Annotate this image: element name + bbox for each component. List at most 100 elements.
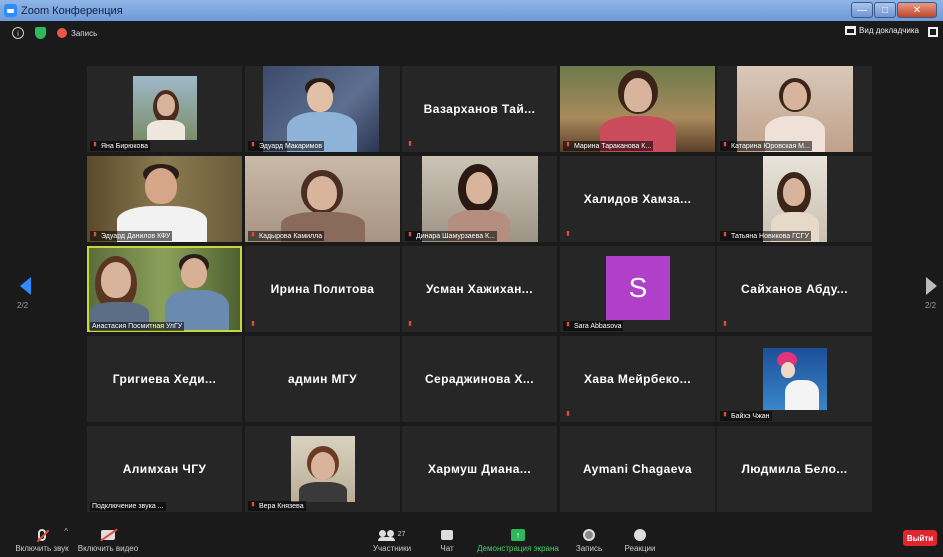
participant-name: Марина Тараканова К... xyxy=(563,141,654,151)
participant-video xyxy=(263,66,379,152)
participant-tile[interactable]: Байхэ Чжан xyxy=(717,336,872,422)
participant-tile[interactable]: Хармуш Диана... xyxy=(402,426,557,512)
participant-name: Сераджинова Х... xyxy=(424,372,535,386)
muted-mic-icon xyxy=(251,232,255,237)
participant-tile[interactable]: Aymani Chagaeva xyxy=(560,426,715,512)
muted-mic-icon xyxy=(408,232,412,237)
muted-mic-icon xyxy=(251,502,255,507)
minimize-button[interactable]: — xyxy=(851,2,873,18)
participant-tile[interactable]: Яна Бирюкова xyxy=(87,66,242,152)
participant-tile-active-speaker[interactable]: Анастасия Посмитная УлГУ xyxy=(87,246,242,332)
fullscreen-icon[interactable] xyxy=(928,27,938,37)
participant-name: Людмила Бело... xyxy=(741,462,848,476)
connecting-audio-status: Подключение звука ... xyxy=(90,502,166,511)
participants-label: Участники xyxy=(372,544,412,553)
participant-tile[interactable]: админ МГУ xyxy=(245,336,400,422)
participant-tile[interactable]: Вера Князева xyxy=(245,426,400,512)
unmute-audio-button[interactable]: Включить звук ^ xyxy=(12,527,72,553)
participant-video xyxy=(89,248,240,330)
arrow-left-icon xyxy=(20,277,31,295)
previous-page-button[interactable]: 2/2 xyxy=(17,277,31,310)
muted-mic-icon xyxy=(408,141,412,146)
next-page-button[interactable]: 2/2 xyxy=(924,277,937,310)
speaker-view-button[interactable]: Вид докладчика xyxy=(845,26,919,35)
participant-video xyxy=(422,156,538,242)
participant-tile[interactable]: Алимхан ЧГУ Подключение звука ... xyxy=(87,426,242,512)
participant-video xyxy=(763,348,827,410)
participant-tile[interactable]: Катарина Юровская М... xyxy=(717,66,872,152)
participant-name: Ирина Политова xyxy=(270,282,375,296)
participants-icon xyxy=(377,529,395,541)
participants-button[interactable]: 27 Участники xyxy=(370,527,414,553)
participant-name: Sara Abbasova xyxy=(563,321,624,331)
muted-mic-icon xyxy=(251,321,255,326)
maximize-button[interactable]: □ xyxy=(874,2,896,18)
window-title: Zoom Конференция xyxy=(21,4,123,17)
unmute-audio-label: Включить звук xyxy=(15,544,69,553)
participant-tile[interactable]: S Sara Abbasova xyxy=(560,246,715,332)
reactions-label: Реакции xyxy=(624,544,656,553)
recording-icon xyxy=(57,28,67,38)
participant-tile[interactable]: Вазарханов Тай... xyxy=(402,66,557,152)
record-icon xyxy=(583,528,595,541)
participant-name: Сайханов Абду... xyxy=(741,282,848,296)
reactions-button[interactable]: Реакции xyxy=(622,527,658,553)
muted-mic-icon xyxy=(723,142,727,147)
meeting-toolbar: Включить звук ^ Включить видео 27 Участн… xyxy=(0,524,943,557)
info-icon[interactable]: i xyxy=(12,27,24,39)
share-screen-label: Демонстрация экрана xyxy=(477,544,559,553)
muted-mic-icon xyxy=(723,412,727,417)
participant-tile[interactable]: Халидов Хамза... xyxy=(560,156,715,242)
muted-mic-icon xyxy=(566,322,570,327)
window-controls: — □ ✕ xyxy=(851,2,937,18)
participant-tile[interactable]: Людмила Бело... xyxy=(717,426,872,512)
participant-name: админ МГУ xyxy=(288,372,357,386)
gallery-grid: Яна Бирюкова Эдуард Макаримов Вазарханов… xyxy=(87,66,872,512)
participant-name: Aymani Chagaeva xyxy=(583,462,692,476)
chat-button[interactable]: Чат xyxy=(433,527,461,553)
participant-name: Динара Шамурзаева К... xyxy=(405,231,497,241)
security-shield-icon[interactable] xyxy=(35,27,46,39)
participant-tile[interactable]: Кадырова Камилла xyxy=(245,156,400,242)
participant-name: Хава Мейрбеко... xyxy=(584,372,691,386)
start-video-button[interactable]: Включить видео xyxy=(77,527,139,553)
participant-tile[interactable]: Эдуард Данилов КФУ xyxy=(87,156,242,242)
muted-microphone-icon xyxy=(38,528,46,541)
participant-name: Усман Хажихан... xyxy=(426,282,533,296)
view-grid-icon xyxy=(845,26,857,35)
audio-options-chevron-icon[interactable]: ^ xyxy=(64,527,68,536)
participant-name: Катарина Юровская М... xyxy=(720,141,812,151)
participant-name: Вера Князева xyxy=(248,501,306,511)
participant-name: Анастасия Посмитная УлГУ xyxy=(90,322,185,331)
chat-bubble-icon xyxy=(441,529,453,540)
participant-tile[interactable]: Марина Тараканова К... xyxy=(560,66,715,152)
participant-tile[interactable]: Сайханов Абду... xyxy=(717,246,872,332)
video-off-camera-icon xyxy=(101,529,115,540)
start-video-label: Включить видео xyxy=(77,544,139,553)
page-indicator-right: 2/2 xyxy=(924,301,937,310)
participant-avatar: S xyxy=(606,256,670,320)
participant-video xyxy=(245,156,400,242)
participant-tile[interactable]: Григиева Хеди... xyxy=(87,336,242,422)
participant-tile[interactable]: Хава Мейрбеко... xyxy=(560,336,715,422)
participant-tile[interactable]: Динара Шамурзаева К... xyxy=(402,156,557,242)
muted-mic-icon xyxy=(566,231,570,236)
close-window-button[interactable]: ✕ xyxy=(897,2,937,18)
record-button[interactable]: Запись xyxy=(572,527,606,553)
record-label: Запись xyxy=(575,544,603,553)
muted-mic-icon xyxy=(93,142,97,147)
participant-tile[interactable]: Сераджинова Х... xyxy=(402,336,557,422)
participant-name: Халидов Хамза... xyxy=(583,192,692,206)
share-screen-button[interactable]: ↑ Демонстрация экрана xyxy=(475,527,561,553)
participant-tile[interactable]: Усман Хажихан... xyxy=(402,246,557,332)
participant-video xyxy=(737,66,853,152)
participant-tile[interactable]: Ирина Политова xyxy=(245,246,400,332)
participant-video xyxy=(560,66,715,152)
leave-meeting-button[interactable]: Выйти xyxy=(903,530,937,546)
participant-name: Григиева Хеди... xyxy=(112,372,217,386)
participant-name: Вазарханов Тай... xyxy=(423,102,536,116)
participant-name: Эдуард Макаримов xyxy=(248,141,325,151)
participant-tile[interactable]: Татьяна Новикова ГСГУ xyxy=(717,156,872,242)
participant-name: Эдуард Данилов КФУ xyxy=(90,231,173,241)
participant-tile[interactable]: Эдуард Макаримов xyxy=(245,66,400,152)
